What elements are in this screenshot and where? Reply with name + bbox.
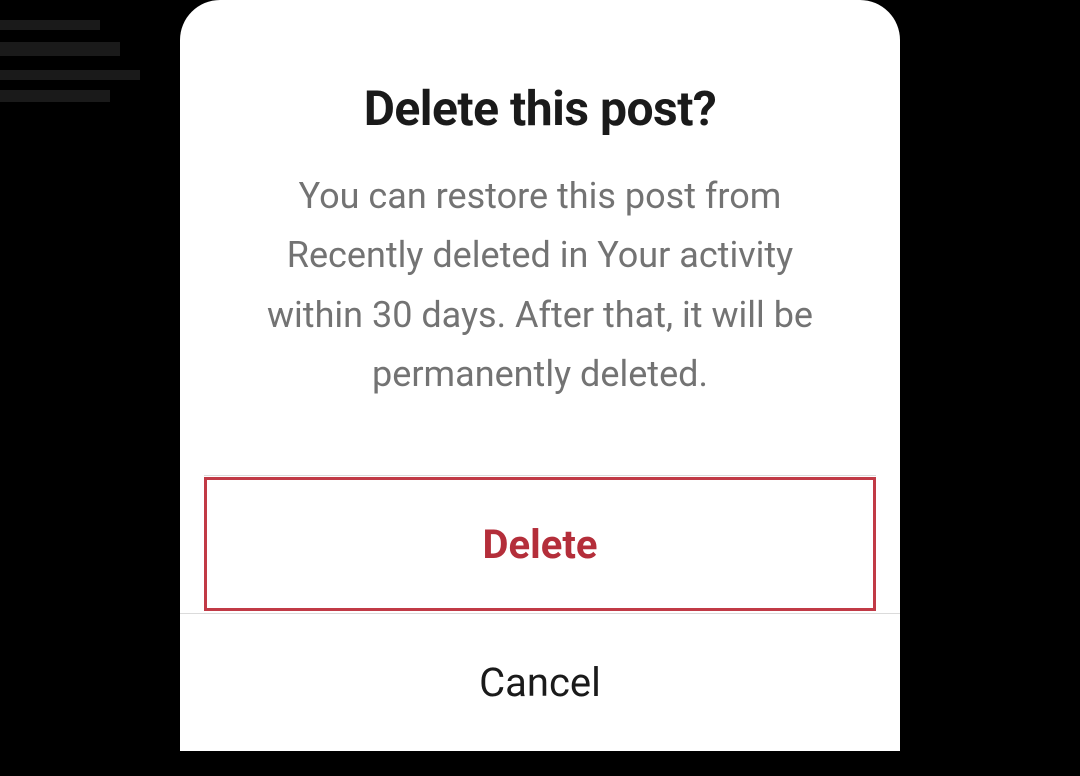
dialog-actions: Delete Cancel [180, 475, 900, 751]
dialog-header: Delete this post? [180, 0, 900, 167]
delete-button-wrapper: Delete [180, 475, 900, 613]
dialog-title: Delete this post? [230, 80, 850, 137]
delete-button[interactable]: Delete [204, 475, 876, 613]
confirmation-dialog: Delete this post? You can restore this p… [180, 0, 900, 751]
dialog-description: You can restore this post from Recently … [250, 167, 830, 405]
background-artifacts [0, 0, 180, 120]
dialog-body: You can restore this post from Recently … [180, 167, 900, 475]
cancel-button[interactable]: Cancel [180, 613, 900, 751]
